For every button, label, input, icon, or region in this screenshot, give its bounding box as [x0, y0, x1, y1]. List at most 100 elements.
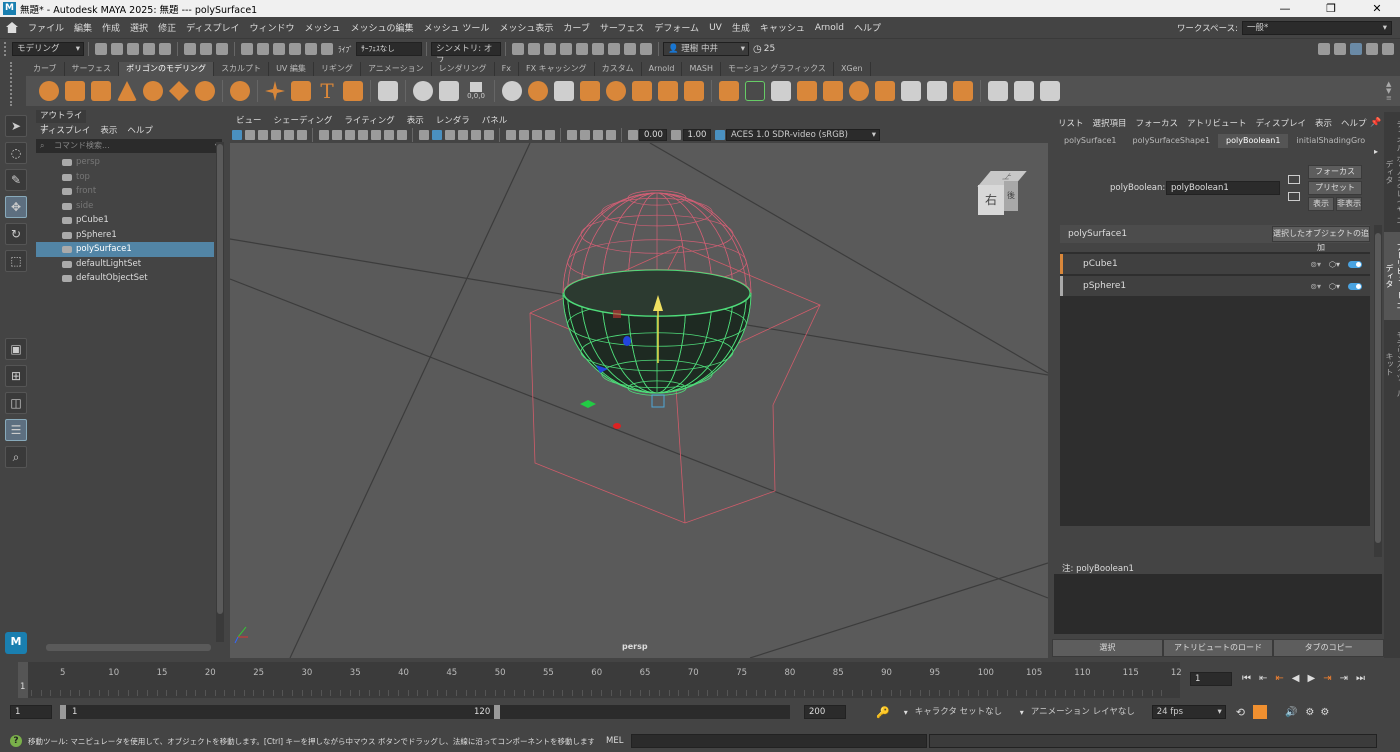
auto-key-icon[interactable]: 🔑	[876, 706, 890, 719]
outliner-item[interactable]: top	[36, 170, 214, 185]
outliner-item[interactable]: defaultObjectSet	[36, 271, 214, 286]
move-tool-icon[interactable]: ✥	[5, 196, 27, 218]
operation-type-icon[interactable]: ⊚▾	[1310, 282, 1321, 291]
isolate-select-icon[interactable]	[566, 130, 577, 140]
save-scene-icon[interactable]	[127, 43, 139, 55]
user-account-dropdown[interactable]: 👤 理樹 中井 ▾	[663, 42, 749, 56]
paint-select-icon[interactable]: ✎	[5, 169, 27, 191]
range-bar[interactable]: 1 120	[60, 705, 790, 719]
average-vertices-icon[interactable]	[658, 81, 678, 101]
ae-menu-item[interactable]: 選択項目	[1093, 117, 1127, 129]
outliner-layout-icon[interactable]: ☰	[5, 419, 27, 441]
poly-cone-icon[interactable]	[117, 81, 137, 101]
end-frame-field[interactable]: 200	[804, 705, 846, 719]
resolution-gate-icon[interactable]	[344, 130, 355, 140]
operand-toggle[interactable]	[1348, 282, 1362, 290]
type-tool-icon[interactable]: T	[317, 81, 337, 101]
menu-item[interactable]: カーブ	[563, 21, 589, 34]
snap-surface-icon[interactable]	[305, 43, 317, 55]
poly-plane-icon[interactable]	[169, 81, 189, 101]
start-frame-field[interactable]: 1	[10, 705, 52, 719]
output-connection-icon[interactable]	[1288, 192, 1300, 201]
quad-draw-icon[interactable]	[988, 81, 1008, 101]
menu-item[interactable]: 作成	[102, 21, 120, 34]
display-mode-icon[interactable]: ⬡▾	[1329, 260, 1340, 269]
go-to-end-icon[interactable]: ⏭	[1356, 673, 1365, 684]
snap-pivot-icon[interactable]	[321, 43, 333, 55]
two-pane-layout-icon[interactable]: ◫	[5, 392, 27, 414]
outliner-item[interactable]: front	[36, 184, 214, 199]
script-language[interactable]: MEL	[606, 736, 623, 746]
anti-alias-icon[interactable]	[531, 130, 542, 140]
menu-item[interactable]: 生成	[732, 21, 750, 34]
snap-view-icon[interactable]	[289, 43, 301, 55]
poke-icon[interactable]	[875, 81, 895, 101]
separate-icon[interactable]	[528, 81, 548, 101]
menu-item[interactable]: メッシュ表示	[499, 21, 553, 34]
shelf-tab[interactable]: アニメーション	[361, 62, 432, 76]
menu-item[interactable]: サーフェス	[600, 21, 644, 34]
menu-item[interactable]: ファイル	[28, 21, 64, 34]
gamma-field[interactable]: 1.00	[682, 129, 711, 141]
anim-prefs-icon[interactable]: ⚙	[1320, 707, 1329, 718]
menu-item[interactable]: デフォーム	[654, 21, 699, 34]
ambient-occlusion-icon[interactable]	[505, 130, 516, 140]
menu-item[interactable]: ディスプレイ	[186, 21, 239, 34]
poly-platonic-icon[interactable]	[230, 81, 250, 101]
menu-item[interactable]: キャッシュ	[760, 21, 805, 34]
select-camera-icon[interactable]	[231, 130, 242, 140]
snap-curve-icon[interactable]	[257, 43, 269, 55]
safe-title-icon[interactable]	[396, 130, 407, 140]
shelf-tab[interactable]: Arnold	[642, 62, 683, 76]
poly-cube-icon[interactable]	[65, 81, 85, 101]
smooth-shade-icon[interactable]	[431, 130, 442, 140]
modeling-toolkit-icon[interactable]	[1318, 43, 1330, 55]
move-pivot-icon[interactable]	[439, 81, 459, 101]
motion-blur-icon[interactable]	[518, 130, 529, 140]
undo-icon[interactable]	[143, 43, 155, 55]
wedge-icon[interactable]	[901, 81, 921, 101]
menu-item[interactable]: ウィンドウ	[249, 21, 294, 34]
focus-button[interactable]: フォーカス	[1308, 165, 1362, 179]
loop-icon[interactable]: ⟲	[1236, 706, 1245, 719]
select-hierarchy-icon[interactable]	[184, 43, 196, 55]
viewport-menu-item[interactable]: レンダラ	[436, 114, 470, 126]
textured-icon[interactable]	[457, 130, 468, 140]
xray-components-icon[interactable]	[605, 130, 616, 140]
wireframe-icon[interactable]	[418, 130, 429, 140]
shelf-tab[interactable]: Fx	[495, 62, 519, 76]
step-back-frame-icon[interactable]: ⇤	[1275, 673, 1283, 684]
viewport-menu-item[interactable]: シェーディング	[274, 114, 333, 126]
mirror-icon[interactable]	[684, 81, 704, 101]
view-cube[interactable]: 上 右 後	[977, 171, 1027, 219]
lights-icon[interactable]	[470, 130, 481, 140]
menu-item[interactable]: ヘルプ	[854, 21, 881, 34]
menu-item[interactable]: メッシュ ツール	[424, 21, 490, 34]
audio-icon[interactable]: 🔊	[1285, 707, 1297, 718]
2d-pan-icon[interactable]	[283, 130, 294, 140]
channel-box-tab[interactable]: チャネル ボックス/レイヤ エディタ	[1384, 112, 1400, 232]
gate-mask-icon[interactable]	[357, 130, 368, 140]
shelf-tab[interactable]: レンダリング	[432, 62, 495, 76]
depth-of-field-icon[interactable]	[544, 130, 555, 140]
outliner-item[interactable]: defaultLightSet	[36, 257, 214, 272]
shelf-scroll[interactable]: ▲ ▼ ≡	[1386, 80, 1396, 102]
grease-pencil-icon[interactable]	[296, 130, 307, 140]
character-set-dropdown[interactable]: キャラクタ セットなし	[909, 705, 1010, 719]
operand-row[interactable]: pCube1 ⊚▾ ⬡▾	[1060, 254, 1370, 274]
construction-history-icon[interactable]	[512, 43, 524, 55]
field-chart-icon[interactable]	[370, 130, 381, 140]
extract-icon[interactable]	[554, 81, 574, 101]
ae-vscroll[interactable]	[1374, 225, 1382, 557]
ae-menu-item[interactable]: 表示	[1315, 117, 1332, 129]
outliner-item[interactable]: pCube1	[36, 213, 214, 228]
extrude-icon[interactable]	[719, 81, 739, 101]
color-management-icon[interactable]	[714, 130, 725, 140]
fps-dropdown[interactable]: 24 fps ▾	[1151, 705, 1226, 719]
xray-joints-icon[interactable]	[592, 130, 603, 140]
sweep-mesh-icon[interactable]	[265, 81, 285, 101]
operand-row[interactable]: pSphere1 ⊚▾ ⬡▾	[1060, 276, 1370, 296]
workspace-dropdown[interactable]: 一般* ▾	[1242, 20, 1392, 35]
rotate-tool-icon[interactable]: ↻	[5, 223, 27, 245]
shelf-tab[interactable]: リギング	[314, 62, 361, 76]
